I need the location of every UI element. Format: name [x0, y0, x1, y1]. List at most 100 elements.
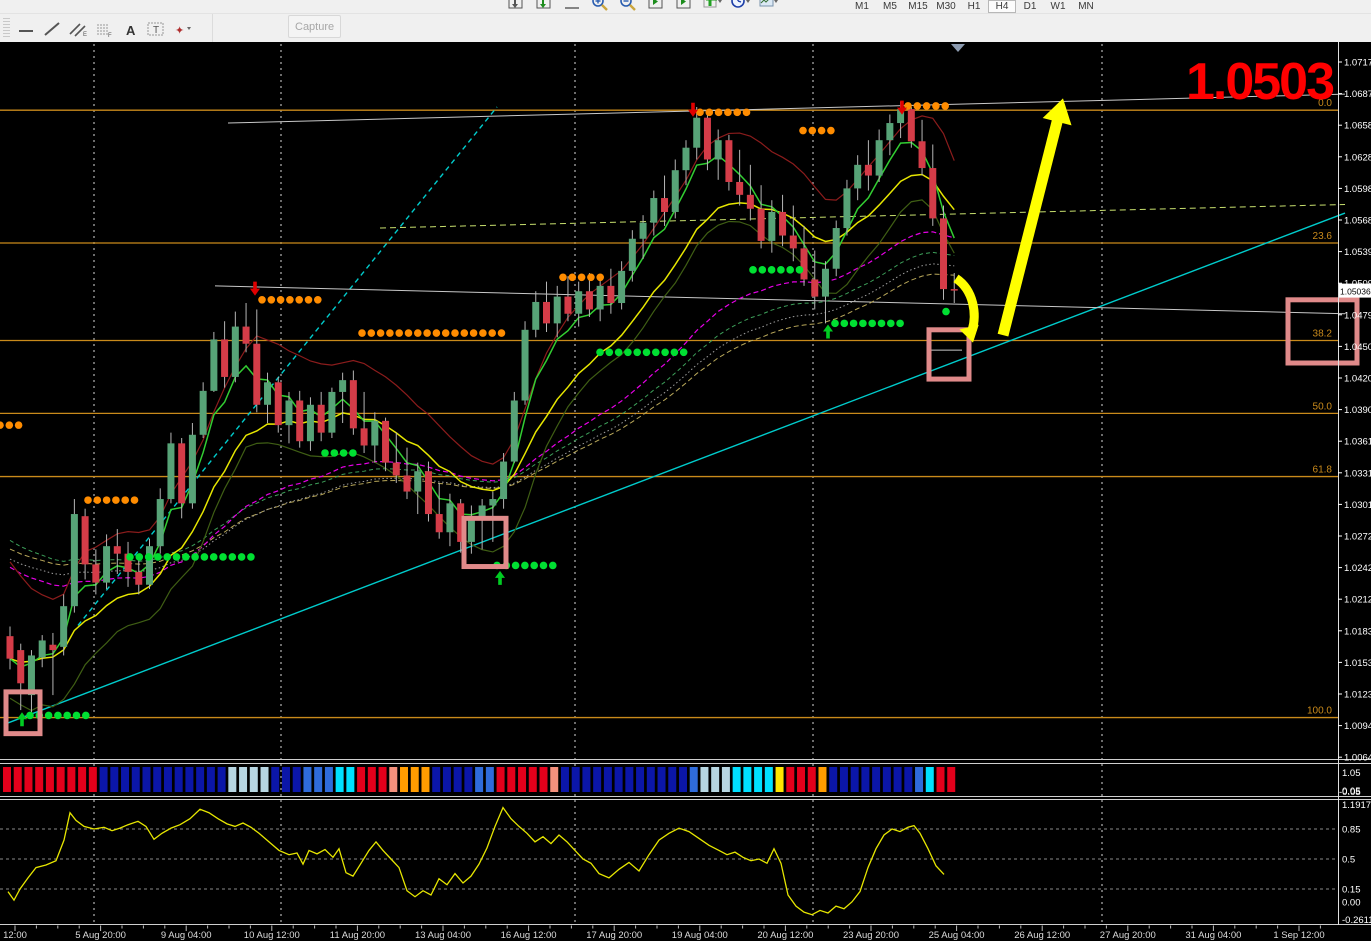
candle-bullish	[628, 238, 636, 271]
candle-bearish	[317, 404, 325, 433]
candle-bullish	[521, 329, 529, 401]
svg-text:1.01830: 1.01830	[1344, 626, 1371, 637]
candle-bullish	[339, 380, 347, 392]
candle-bullish	[306, 404, 314, 442]
candle-bullish	[231, 326, 239, 377]
svg-text:1.05390: 1.05390	[1344, 247, 1371, 258]
svg-text:5 Aug 20:00: 5 Aug 20:00	[75, 930, 126, 941]
svg-text:0.5: 0.5	[1342, 855, 1355, 866]
svg-text:1.03610: 1.03610	[1344, 437, 1371, 448]
svg-text:0.15: 0.15	[1342, 884, 1361, 895]
svg-text:31 Aug 04:00: 31 Aug 04:00	[1185, 930, 1241, 941]
svg-text:1.02720: 1.02720	[1344, 532, 1371, 543]
svg-text:13 Aug 04:00: 13 Aug 04:00	[415, 930, 471, 941]
svg-text:26 Aug 12:00: 26 Aug 12:00	[1014, 930, 1070, 941]
candle-bullish	[693, 117, 701, 148]
candle-bullish	[145, 546, 153, 585]
candle-bearish	[296, 400, 304, 442]
svg-text:0.85: 0.85	[1342, 825, 1361, 836]
candle-bearish	[253, 343, 261, 405]
candle-bullish	[553, 296, 561, 324]
svg-text:17 Aug 20:00: 17 Aug 20:00	[586, 930, 642, 941]
candle-bearish	[242, 326, 250, 344]
svg-text:1.05036: 1.05036	[1340, 287, 1371, 297]
candle-bullish	[328, 391, 336, 433]
candle-bearish	[703, 117, 711, 160]
candle-bearish	[661, 198, 669, 212]
candle-bearish	[811, 279, 819, 297]
svg-text:38.2: 38.2	[1313, 329, 1333, 340]
candle-bearish	[178, 443, 186, 504]
candle-bullish	[27, 655, 35, 696]
candle-bullish	[60, 606, 68, 647]
candle-bullish	[618, 270, 626, 304]
candle-bearish	[392, 462, 400, 476]
candle-bullish	[70, 514, 78, 607]
svg-text:1.04500: 1.04500	[1344, 342, 1371, 353]
candle-bullish	[886, 123, 894, 141]
svg-text:100.0: 100.0	[1307, 706, 1332, 717]
candle-bullish	[832, 228, 840, 269]
candle-bullish	[650, 198, 658, 223]
candle-bearish	[382, 420, 390, 463]
candle-bearish	[585, 291, 593, 310]
candle-bullish	[821, 268, 829, 297]
candle-bearish	[135, 571, 143, 585]
candle-bullish	[446, 503, 454, 533]
svg-text:27 Aug 20:00: 27 Aug 20:00	[1100, 930, 1156, 941]
candle-bearish	[779, 211, 787, 236]
candle-bearish	[918, 141, 926, 169]
candle-bullish	[854, 164, 862, 189]
svg-text:9 Aug 04:00: 9 Aug 04:00	[161, 930, 212, 941]
candle-bearish	[725, 140, 733, 182]
candle-bullish	[671, 170, 679, 212]
candle-bearish	[543, 301, 550, 324]
svg-text:1.01530: 1.01530	[1344, 658, 1371, 669]
candle-bullish	[596, 285, 604, 310]
svg-text:19 Aug 04:00: 19 Aug 04:00	[672, 930, 728, 941]
candle-bullish	[264, 382, 272, 405]
candle-bearish	[49, 644, 57, 651]
candle-bullish	[371, 420, 379, 446]
svg-text:1.02125: 1.02125	[1344, 595, 1371, 606]
candle-bullish	[875, 140, 883, 176]
svg-text:1.07170: 1.07170	[1344, 58, 1371, 69]
candle-bullish	[510, 400, 518, 462]
candle-bearish	[274, 382, 282, 426]
svg-text:1.05685: 1.05685	[1344, 216, 1371, 227]
candle-bearish	[789, 235, 797, 249]
candle-bullish	[682, 147, 690, 171]
candle-bearish	[403, 475, 411, 492]
candle-bearish	[221, 339, 229, 377]
svg-text:1.0503: 1.0503	[1186, 53, 1334, 111]
svg-text:1.02425: 1.02425	[1344, 563, 1371, 574]
candle-bearish	[907, 109, 915, 142]
candle-bullish	[575, 291, 583, 314]
chart-canvas[interactable]: 0.023.638.250.061.8100.01.05031.071701.0…	[0, 0, 1371, 941]
candle-bullish	[768, 211, 776, 241]
candle-bullish	[639, 222, 647, 239]
candle-bearish	[424, 471, 432, 515]
candle-bullish	[714, 140, 722, 160]
candle-bearish	[757, 208, 765, 241]
candle-bullish	[532, 301, 540, 330]
candle-bullish	[843, 188, 851, 229]
svg-text:1.04205: 1.04205	[1344, 374, 1371, 385]
svg-text:1.06285: 1.06285	[1344, 152, 1371, 163]
svg-text:50.0: 50.0	[1313, 401, 1333, 412]
svg-text:12:00: 12:00	[3, 930, 27, 941]
candle-bearish	[349, 380, 357, 429]
svg-text:1.04795: 1.04795	[1344, 310, 1371, 321]
candle-bullish	[188, 434, 196, 504]
candle-bearish	[950, 289, 958, 291]
svg-text:1.00640: 1.00640	[1344, 753, 1371, 764]
svg-text:61.8: 61.8	[1313, 465, 1333, 476]
svg-text:0.00: 0.00	[1342, 897, 1361, 908]
candle-bearish	[92, 564, 100, 583]
candle-bullish	[199, 390, 207, 435]
svg-text:1.01235: 1.01235	[1344, 690, 1371, 701]
candle-bullish	[156, 499, 164, 547]
svg-text:25 Aug 04:00: 25 Aug 04:00	[929, 930, 985, 941]
mt4-window: M1 M5 M15 M30 H1 H4 D1 W1 MN E F A T ✦ Capture 0.0 23…	[0, 0, 1371, 941]
candle-bearish	[736, 181, 744, 195]
